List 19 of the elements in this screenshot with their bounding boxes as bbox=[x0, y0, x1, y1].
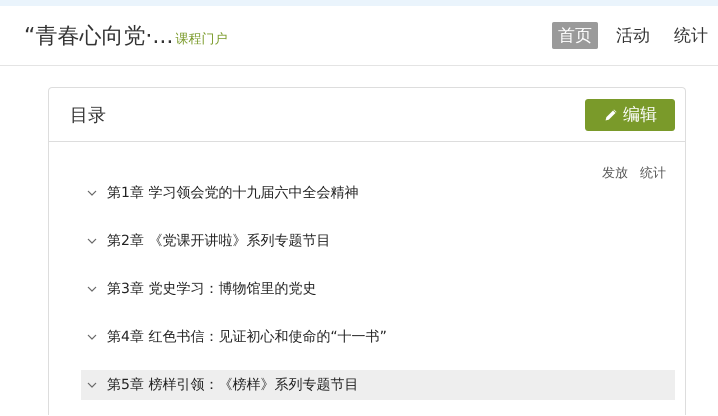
chevron-down-icon[interactable] bbox=[87, 380, 97, 390]
chevron-down-icon[interactable] bbox=[87, 332, 97, 342]
chevron-down-icon[interactable] bbox=[87, 188, 97, 198]
action-link[interactable]: 发放 bbox=[602, 164, 628, 182]
chapter-title[interactable]: 第2章 《党课开讲啦》系列专题节目 bbox=[107, 232, 330, 250]
nav-tab[interactable]: 活动 bbox=[610, 22, 656, 49]
pencil-icon bbox=[603, 106, 619, 122]
chevron-down-icon[interactable] bbox=[87, 236, 97, 246]
chapter-title[interactable]: 第1章 学习领会党的十九届六中全会精神 bbox=[107, 184, 358, 202]
action-link[interactable]: 统计 bbox=[640, 164, 666, 182]
portal-label: 课程门户 bbox=[175, 30, 228, 48]
chapter-title[interactable]: 第4章 红色书信：见证初心和使命的“十一书” bbox=[107, 328, 387, 346]
chevron-down-icon[interactable] bbox=[87, 284, 97, 294]
chapter-row[interactable]: 第5章 榜样引领：《榜样》系列专题节目 bbox=[81, 370, 675, 400]
course-title: “青春心向党·... bbox=[24, 22, 174, 50]
nav-tab[interactable]: 统计 bbox=[668, 22, 714, 49]
chapter-title[interactable]: 第3章 党史学习：博物馆里的党史 bbox=[107, 280, 316, 298]
catalog-title: 目录 bbox=[70, 104, 106, 126]
chapter-title[interactable]: 第5章 榜样引领：《榜样》系列专题节目 bbox=[107, 376, 358, 394]
